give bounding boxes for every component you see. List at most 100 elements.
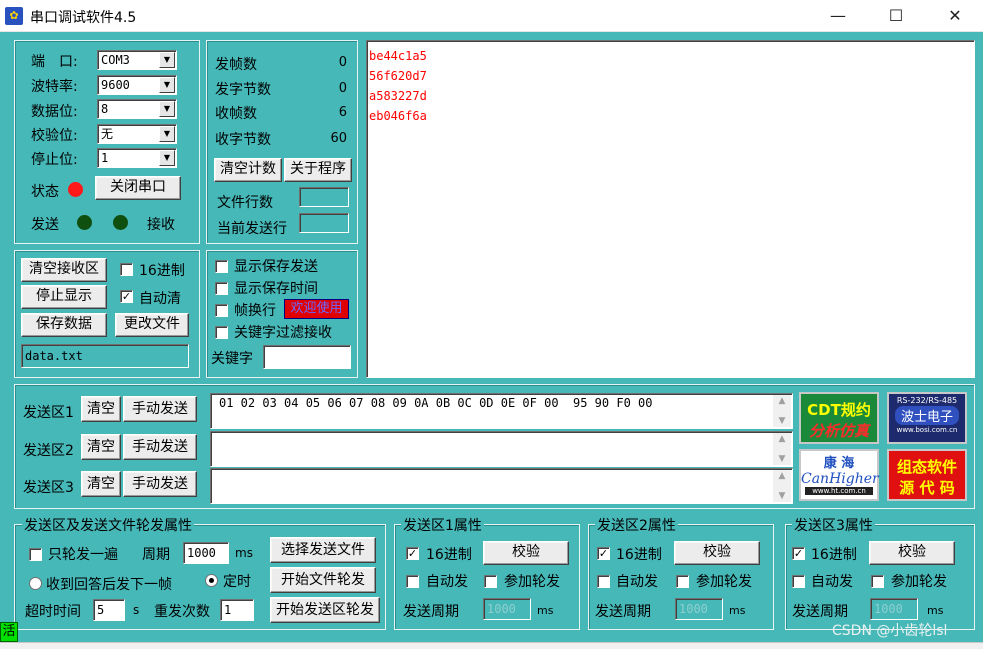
area-period-input: 1000: [870, 598, 918, 620]
keyword-filter-checkbox[interactable]: [215, 326, 228, 339]
auto-clear-checkbox[interactable]: ✓: [120, 290, 133, 303]
close-button[interactable]: ✕: [932, 0, 978, 32]
resend-input[interactable]: 1: [220, 599, 254, 621]
send-area-1-send-button[interactable]: 手动发送: [123, 396, 197, 422]
send-area-2-send-button[interactable]: 手动发送: [123, 434, 197, 460]
baud-select[interactable]: 9600 ▼: [97, 75, 177, 95]
clear-count-button[interactable]: 清空计数: [214, 158, 282, 182]
frame-newline-checkbox[interactable]: [215, 304, 228, 317]
area-auto-send-label: 自动发: [811, 574, 853, 590]
send-area-3-clear-button[interactable]: 清空: [81, 471, 121, 497]
stop-display-button[interactable]: 停止显示: [21, 285, 107, 309]
send-area-3-scrollbar[interactable]: ▲ ▼: [773, 470, 791, 502]
show-save-time-checkbox[interactable]: [215, 282, 228, 295]
change-file-button[interactable]: 更改文件: [115, 313, 189, 337]
source-ad-line1: 组态软件: [896, 458, 957, 476]
reply-next-label: 收到回答后发下一帧: [46, 577, 172, 593]
area-auto-send-checkbox[interactable]: [597, 575, 610, 588]
file-lines-label: 文件行数: [217, 195, 273, 211]
scroll-down-icon[interactable]: ▼: [773, 491, 791, 501]
databits-select[interactable]: 8 ▼: [97, 99, 177, 119]
area-verify-button[interactable]: 校验: [869, 541, 955, 565]
file-lines-field: [299, 187, 349, 207]
area-join-rotation-checkbox[interactable]: [484, 575, 497, 588]
hex-receive-checkbox[interactable]: [120, 263, 133, 276]
status-label: 状态: [31, 184, 59, 200]
timed-radio[interactable]: [205, 574, 218, 587]
send-area-1-input[interactable]: 01 02 03 04 05 06 07 08 09 0A 0B 0C 0D 0…: [210, 393, 793, 429]
send-area-2-properties: 发送区2属性 ✓ 16进制 校验 自动发 参加轮发 发送周期 1000 ms: [588, 515, 774, 630]
area-join-rotation-checkbox[interactable]: [871, 575, 884, 588]
area-auto-send-checkbox[interactable]: [406, 575, 419, 588]
parity-label: 校验位:: [31, 128, 78, 144]
timed-label: 定时: [223, 574, 251, 590]
send-area-1-clear-button[interactable]: 清空: [81, 396, 121, 422]
send-area-2-scrollbar[interactable]: ▲ ▼: [773, 433, 791, 465]
send-area-2-label: 发送区2: [23, 443, 74, 459]
source-code-ad-banner[interactable]: 组态软件 源 代 码: [887, 449, 967, 501]
area-hex-label: 16进制: [426, 547, 472, 563]
scroll-up-icon[interactable]: ▲: [773, 471, 791, 481]
area-join-rotation-checkbox[interactable]: [676, 575, 689, 588]
kanghai-ad-cn: 康 海: [823, 456, 855, 471]
send-led-icon: [77, 215, 92, 230]
bosi-ad-banner[interactable]: RS-232/RS-485 波士电子 www.bosi.com.cn: [887, 392, 967, 444]
kanghai-ad-banner[interactable]: 康 海 CanHigher www.ht.com.cn: [799, 449, 879, 501]
send-area-3-send-button[interactable]: 手动发送: [123, 471, 197, 497]
area-verify-button[interactable]: 校验: [483, 541, 569, 565]
timeout-input[interactable]: 5: [93, 599, 125, 621]
send-area-2-clear-button[interactable]: 清空: [81, 434, 121, 460]
rotation-group-title: 发送区及发送文件轮发属性: [22, 515, 194, 535]
welcome-badge[interactable]: 欢迎使用: [284, 299, 349, 319]
area-period-label: 发送周期: [792, 604, 848, 620]
close-port-button[interactable]: 关闭串口: [95, 176, 181, 200]
scroll-down-icon[interactable]: ▼: [773, 416, 791, 426]
show-save-send-checkbox[interactable]: [215, 260, 228, 273]
chevron-down-icon[interactable]: ▼: [159, 126, 175, 142]
save-data-button[interactable]: 保存数据: [21, 313, 107, 337]
area-auto-send-checkbox[interactable]: [792, 575, 805, 588]
parity-select[interactable]: 无 ▼: [97, 124, 177, 144]
source-ad-line2: 源 代 码: [899, 479, 955, 497]
chevron-down-icon[interactable]: ▼: [159, 150, 175, 166]
reply-next-radio[interactable]: [29, 577, 42, 590]
send-area-1-scrollbar[interactable]: ▲ ▼: [773, 395, 791, 427]
current-line-field: [299, 213, 349, 233]
scroll-up-icon[interactable]: ▲: [773, 396, 791, 406]
send-areas-panel: 发送区1 清空 手动发送 01 02 03 04 05 06 07 08 09 …: [14, 384, 975, 509]
send-area-3-input[interactable]: ▲ ▼: [210, 468, 793, 504]
area-hex-checkbox[interactable]: ✓: [792, 547, 805, 560]
rotate-once-checkbox[interactable]: [29, 548, 42, 561]
scroll-down-icon[interactable]: ▼: [773, 454, 791, 464]
receive-area[interactable]: be44c1a5 56f620d7 a583227d eb046f6a: [366, 40, 975, 378]
stopbits-select[interactable]: 1 ▼: [97, 148, 177, 168]
period-input[interactable]: 1000: [183, 542, 229, 564]
auto-clear-label: 自动清: [139, 291, 181, 307]
about-button[interactable]: 关于程序: [284, 158, 352, 182]
keyword-input[interactable]: [263, 345, 351, 369]
send-area-2-input[interactable]: ▲ ▼: [210, 431, 793, 467]
start-area-rotation-button[interactable]: 开始发送区轮发: [270, 597, 380, 623]
maximize-button[interactable]: ☐: [873, 0, 919, 32]
chevron-down-icon[interactable]: ▼: [159, 77, 175, 93]
timeout-label: 超时时间: [25, 604, 81, 620]
clear-receive-button[interactable]: 清空接收区: [21, 258, 107, 282]
port-select[interactable]: COM3 ▼: [97, 50, 177, 70]
baud-select-value: 9600: [101, 78, 130, 92]
bottom-scrollbar[interactable]: [0, 642, 983, 649]
bosi-ad-url: www.bosi.com.cn: [896, 426, 958, 434]
area-hex-checkbox[interactable]: ✓: [597, 547, 610, 560]
minimize-button[interactable]: —: [815, 0, 861, 32]
select-send-file-button[interactable]: 选择发送文件: [270, 537, 376, 563]
receive-line: be44c1a5: [369, 49, 427, 63]
send-area-1-properties: 发送区1属性 ✓ 16进制 校验 自动发 参加轮发 发送周期 1000 ms: [394, 515, 580, 630]
chevron-down-icon[interactable]: ▼: [159, 101, 175, 117]
chevron-down-icon[interactable]: ▼: [159, 52, 175, 68]
cdt-ad-banner[interactable]: CDT规约 分析仿真: [799, 392, 879, 444]
cdt-ad-line1: CDT规约: [807, 401, 871, 419]
area-hex-checkbox[interactable]: ✓: [406, 547, 419, 560]
area-hex-label: 16进制: [616, 547, 662, 563]
scroll-up-icon[interactable]: ▲: [773, 434, 791, 444]
start-file-rotation-button[interactable]: 开始文件轮发: [270, 567, 376, 593]
area-verify-button[interactable]: 校验: [674, 541, 760, 565]
